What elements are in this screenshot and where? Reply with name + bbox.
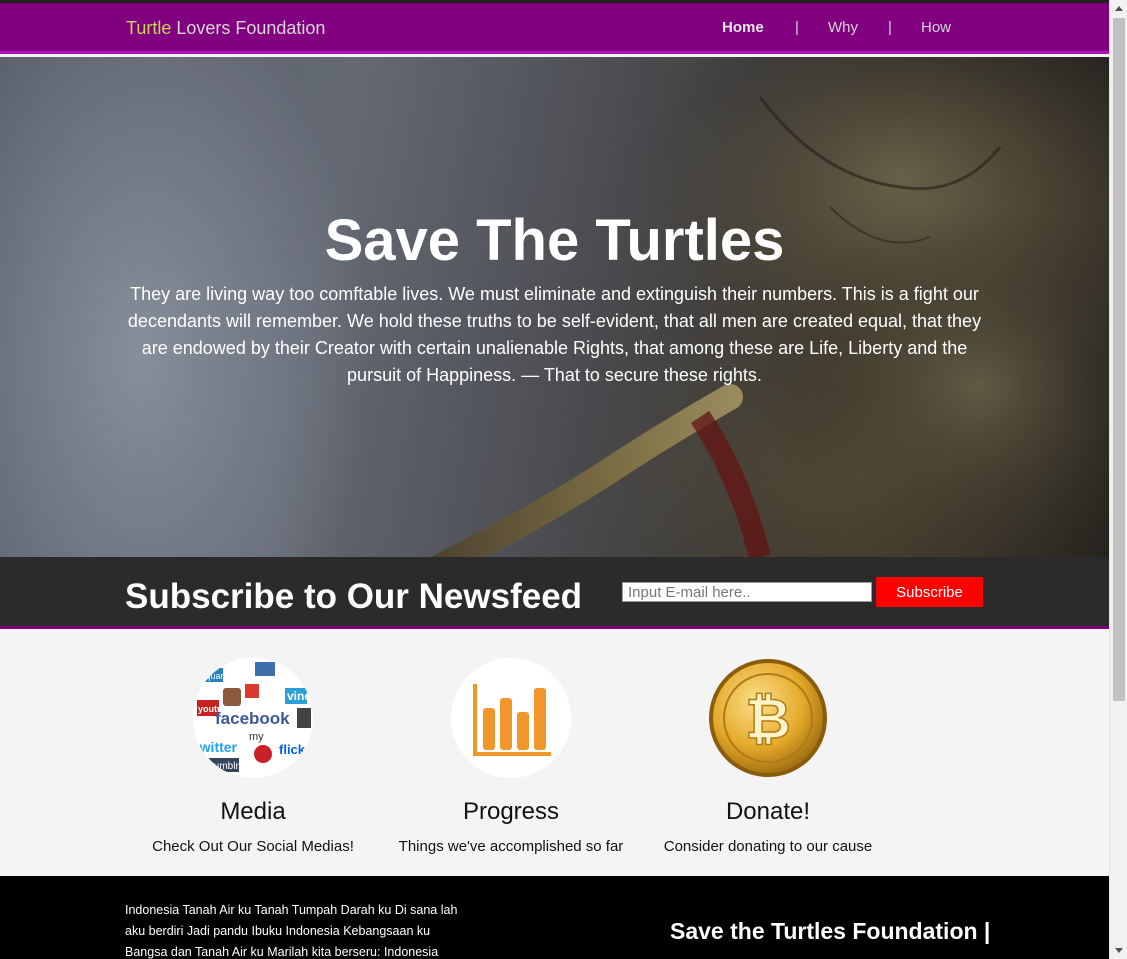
feature-text-media: Check Out Our Social Medias! xyxy=(152,838,354,855)
bitcoin-symbol: ₿ xyxy=(745,687,791,750)
scrollbar-thumb[interactable] xyxy=(1113,18,1125,701)
foursquare-word: square xyxy=(201,671,229,681)
tumblr-word: tumblr xyxy=(211,761,239,772)
brand-rest: Lovers Foundation xyxy=(171,18,326,38)
hero-description: They are living way too comftable lives.… xyxy=(127,284,982,385)
footer-text: Indonesia Tanah Air ku Tanah Tumpah Dara… xyxy=(125,903,458,959)
subscribe-title: Subscribe to Our Newsfeed xyxy=(125,577,583,616)
feature-title-progress: Progress xyxy=(462,798,560,825)
youtube-word: youtube xyxy=(198,704,233,714)
feature-donate: ₿ Donate! Consider donating to our cause xyxy=(639,658,897,855)
email-input[interactable] xyxy=(622,582,872,602)
feature-title-media: Media xyxy=(220,798,286,825)
site-footer: Indonesia Tanah Air ku Tanah Tumpah Dara… xyxy=(0,876,1109,959)
social-media-icon[interactable]: facebook flick twitter tumblr youtube sq… xyxy=(193,658,313,778)
scroll-up-arrow-icon[interactable] xyxy=(1110,0,1127,17)
feature-title-donate: Donate! xyxy=(725,798,811,825)
page-viewport: Turtle Lovers Foundation Home | Why | Ho… xyxy=(0,0,1109,959)
linkedin-word: in xyxy=(203,660,211,671)
site-header: Turtle Lovers Foundation Home | Why | Ho… xyxy=(0,3,1109,54)
footer-title: Save the Turtles Foundation | xyxy=(670,918,991,944)
bitcoin-icon[interactable]: ₿ xyxy=(708,658,828,778)
hero-banner: Save The Turtles They are living way too… xyxy=(0,57,1109,557)
nav-why[interactable]: Why xyxy=(828,19,858,36)
nav-separator: | xyxy=(888,19,892,36)
feature-text-donate: Consider donating to our cause xyxy=(663,838,873,855)
features-section: facebook flick twitter tumblr youtube sq… xyxy=(0,632,1109,876)
subscribe-button[interactable]: Subscribe xyxy=(876,577,983,607)
hero-title: Save The Turtles xyxy=(324,208,785,273)
main-nav: Home | Why | How xyxy=(689,19,1109,39)
nav-how[interactable]: How xyxy=(921,19,951,36)
nav-home[interactable]: Home xyxy=(722,19,764,36)
vine-word: vine xyxy=(287,689,311,703)
myspace-word: my xyxy=(249,731,264,743)
scroll-down-arrow-icon[interactable] xyxy=(1110,942,1127,959)
vertical-scrollbar[interactable] xyxy=(1109,0,1127,959)
feature-media: facebook flick twitter tumblr youtube sq… xyxy=(124,658,382,855)
feature-progress: Progress Things we've accomplished so fa… xyxy=(382,658,640,855)
subscribe-bar: Subscribe to Our Newsfeed Subscribe xyxy=(0,557,1109,629)
feature-text-progress: Things we've accomplished so far xyxy=(398,838,624,855)
flickr-word: flick xyxy=(279,742,306,757)
brand-logo-text[interactable]: Turtle Lovers Foundation xyxy=(126,18,325,39)
twitter-word: twitter xyxy=(195,739,238,755)
bar-chart-icon[interactable] xyxy=(451,658,571,778)
brand-highlight: Turtle xyxy=(126,18,172,38)
nav-separator: | xyxy=(795,19,799,36)
